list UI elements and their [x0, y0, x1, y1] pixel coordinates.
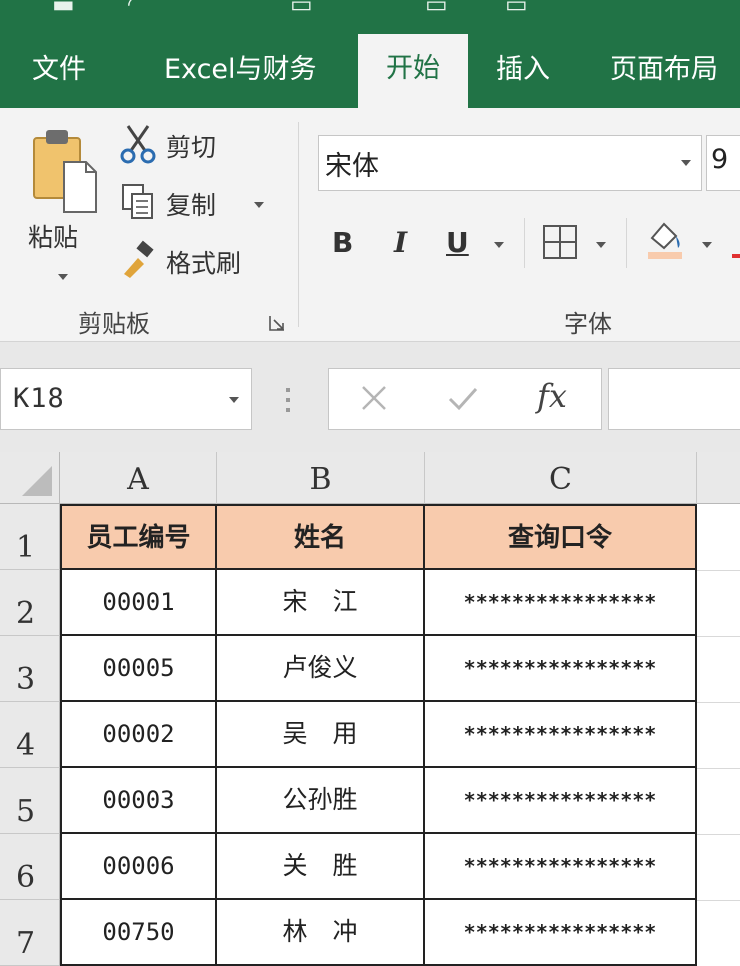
formula-buttons: fx — [328, 368, 602, 430]
formula-bar-grip[interactable] — [286, 386, 292, 416]
save-icon[interactable]: ▬ — [52, 0, 75, 16]
ribbon-tab-bar: 文件 Excel与财务 开始 插入 页面布局 — [0, 34, 740, 108]
table-cell[interactable]: 公孙胜 — [217, 768, 425, 834]
paste-label: 粘贴 — [28, 223, 79, 252]
row-header-2[interactable]: 2 — [0, 570, 60, 636]
copy-label: 复制 — [166, 191, 217, 220]
paste-dropdown-icon[interactable] — [58, 274, 68, 280]
column-header-a[interactable]: A — [60, 452, 217, 504]
gridline — [697, 702, 740, 703]
table-cell[interactable]: 吴 用 — [217, 702, 425, 768]
new-file-icon[interactable]: ▭ — [290, 0, 313, 16]
table-cell[interactable]: **************** — [425, 570, 697, 636]
name-box-dropdown-icon[interactable] — [229, 397, 239, 403]
font-size-value: 9 — [711, 144, 729, 175]
table-cell[interactable]: 00005 — [60, 636, 217, 702]
row-header-5[interactable]: 5 — [0, 768, 60, 834]
cancel-icon[interactable] — [359, 383, 389, 413]
print-preview-icon[interactable]: ▭ — [425, 0, 448, 16]
italic-button[interactable]: I — [394, 226, 407, 259]
bold-button[interactable]: B — [332, 226, 353, 259]
underline-dropdown-icon[interactable] — [494, 242, 504, 248]
table-cell[interactable]: **************** — [425, 702, 697, 768]
row-header-1[interactable]: 1 — [0, 504, 60, 570]
table-cell[interactable]: 00001 — [60, 570, 217, 636]
ribbon-group-separator — [298, 122, 299, 327]
table-header-cell[interactable]: 姓名 — [217, 504, 425, 570]
table-cell[interactable]: 00002 — [60, 702, 217, 768]
copy-dropdown-icon[interactable] — [254, 202, 264, 208]
undo-icon[interactable]: ◜ — [128, 0, 137, 16]
borders-dropdown-icon[interactable] — [596, 242, 606, 248]
ribbon-home: 粘贴 剪切 复制 格式刷 剪贴板 宋体 9 B I U 字体 — [0, 108, 740, 342]
cut-label: 剪切 — [166, 133, 217, 162]
gridline — [697, 636, 740, 637]
open-file-icon[interactable]: ▭ — [505, 0, 528, 16]
row-header-7[interactable]: 7 — [0, 900, 60, 966]
font-color-icon[interactable] — [732, 254, 740, 258]
gridline — [697, 570, 740, 571]
select-all-button[interactable] — [0, 452, 60, 504]
tab-file[interactable]: 文件 — [32, 38, 86, 108]
name-box[interactable]: K18 — [0, 368, 252, 430]
fill-color-dropdown-icon[interactable] — [702, 242, 712, 248]
formula-input[interactable] — [608, 368, 740, 430]
tab-insert[interactable]: 插入 — [496, 38, 550, 108]
font-family-select[interactable]: 宋体 — [318, 135, 702, 191]
copy-button[interactable]: 复制 — [120, 182, 280, 226]
font-group-label: 字体 — [564, 310, 612, 338]
clipboard-icon — [33, 130, 97, 213]
paste-button[interactable]: 粘贴 — [18, 124, 108, 284]
worksheet-grid: A B C 1 2 3 4 5 6 7 员工编号 姓名 查询口令 00001 宋 江 **… — [0, 452, 740, 966]
table-cell[interactable]: 林 冲 — [217, 900, 425, 966]
table-cell[interactable]: 卢俊义 — [217, 636, 425, 702]
select-all-triangle-icon — [22, 466, 52, 496]
row-header-6[interactable]: 6 — [0, 834, 60, 900]
column-header-c[interactable]: C — [425, 452, 697, 504]
formula-bar: K18 fx — [0, 342, 740, 452]
enter-check-icon[interactable] — [447, 383, 479, 413]
font-family-value: 宋体 — [325, 151, 379, 182]
font-size-select[interactable]: 9 — [706, 135, 740, 191]
column-header-d[interactable] — [697, 452, 740, 504]
table-cell[interactable]: 00006 — [60, 834, 217, 900]
row-header-3[interactable]: 3 — [0, 636, 60, 702]
table-cell[interactable]: 关 胜 — [217, 834, 425, 900]
name-box-value: K18 — [13, 383, 65, 414]
format-painter-label: 格式刷 — [166, 249, 242, 278]
format-painter-button[interactable]: 格式刷 — [120, 240, 280, 284]
format-separator-2 — [626, 218, 627, 268]
gridline — [697, 900, 740, 901]
gridline — [697, 768, 740, 769]
row-header-4[interactable]: 4 — [0, 702, 60, 768]
table-cell[interactable]: **************** — [425, 834, 697, 900]
format-separator — [524, 218, 525, 268]
tab-excel-finance[interactable]: Excel与财务 — [164, 38, 317, 108]
underline-button[interactable]: U — [446, 226, 469, 259]
insert-function-button[interactable]: fx — [537, 377, 567, 415]
table-header-cell[interactable]: 查询口令 — [425, 504, 697, 570]
copy-icon — [122, 184, 153, 219]
clipboard-group-label: 剪贴板 — [78, 310, 150, 338]
table-cell[interactable]: **************** — [425, 900, 697, 966]
table-cell[interactable]: 宋 江 — [217, 570, 425, 636]
table-cell[interactable]: **************** — [425, 768, 697, 834]
column-header-b[interactable]: B — [217, 452, 425, 504]
font-family-dropdown[interactable] — [671, 136, 701, 190]
gridline — [697, 834, 740, 835]
tab-page-layout[interactable]: 页面布局 — [610, 38, 718, 108]
table-cell[interactable]: 00003 — [60, 768, 217, 834]
table-header-cell[interactable]: 员工编号 — [60, 504, 217, 570]
scissors-icon — [120, 125, 156, 164]
cut-button[interactable]: 剪切 — [120, 124, 240, 168]
brush-icon — [124, 240, 154, 278]
table-cell[interactable]: **************** — [425, 636, 697, 702]
title-bar: ▬ ◜ ▭ ▭ ▭ — [0, 0, 740, 38]
table-cell[interactable]: 00750 — [60, 900, 217, 966]
tab-home[interactable]: 开始 — [358, 34, 468, 108]
borders-icon[interactable] — [542, 224, 578, 260]
fill-color-icon[interactable] — [646, 218, 686, 260]
chevron-down-icon — [681, 160, 691, 166]
dialog-launcher-icon[interactable] — [268, 314, 286, 332]
